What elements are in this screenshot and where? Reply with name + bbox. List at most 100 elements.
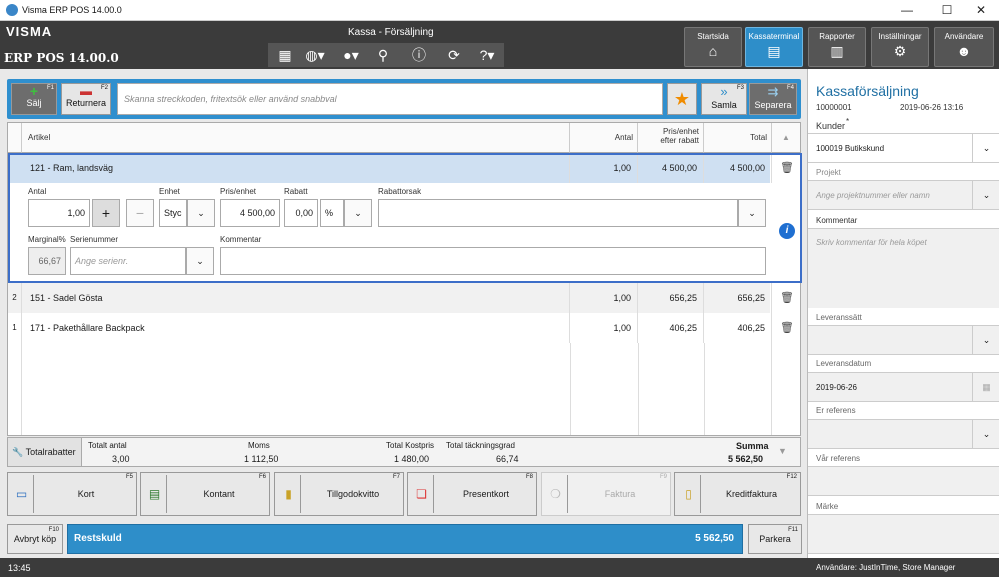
report-icon: ▥ [830,43,844,59]
nav-startsida[interactable]: Startsida ⌂ [684,27,742,67]
discount-label: Rabatt [284,187,308,196]
total-cell: 4 500,00 [704,153,772,183]
nav-anvandare[interactable]: Användare ☻ [934,27,994,67]
favorites-star-icon[interactable]: ★ [667,83,697,115]
total-discount-button[interactable]: 🔧 Totalrabatter [8,438,82,466]
trash-icon[interactable]: 🗑 [780,321,794,336]
scroll-up-icon[interactable]: ▲ [772,123,800,153]
coins-icon[interactable]: ●▾ [338,46,364,64]
return-button[interactable]: F2 ▬ Returnera [61,83,111,115]
alert-icon[interactable]: ⓘ [410,46,428,64]
qty-input[interactable]: 1,00 [28,199,90,227]
chevron-down-icon[interactable]: ⌄ [344,199,372,227]
our-reference-input[interactable] [808,466,999,496]
trash-icon[interactable]: 🗑 [780,161,794,176]
sidebar-title: Kassaförsäljning [816,83,919,99]
customer-select[interactable]: 100019 Butikskund ⌄ [808,133,999,163]
article-cell: 121 - Ram, landsväg [22,153,570,183]
total-qty-value: 3,00 [112,454,130,464]
pay-label: Kort [77,489,95,499]
table-row[interactable]: 121 - Ram, landsväg 1,00 4 500,00 4 500,… [8,153,772,183]
discount-type-select[interactable]: % [320,199,344,227]
price-input[interactable]: 4 500,00 [220,199,280,227]
row-gutter [8,343,22,435]
scan-toolbar: F1 + Sälj F2 ▬ Returnera Skanna streckko… [7,79,801,119]
nav-installningar[interactable]: Inställningar ⚙ [871,27,929,67]
chevron-down-icon[interactable]: ⌄ [186,247,214,275]
serial-label: Serienummer [70,235,119,244]
divider [704,343,705,435]
voucher-icon: ▮ [277,475,301,513]
nav-label: Kassaterminal [748,32,800,41]
reference-select[interactable]: ⌄ [808,419,999,449]
price-cell: 406,25 [638,313,704,343]
app-header: VISMA ERP POS 14.00.0 Kassa - Försäljnin… [0,21,999,69]
comment-input[interactable] [220,247,766,275]
row-number: 2 [8,283,22,313]
delivery-date-input[interactable]: 2019-06-26 ▦ [808,372,999,402]
scan-input[interactable]: Skanna streckkoden, fritextsök eller anv… [117,83,663,115]
scroll-down-icon[interactable]: ▼ [778,446,787,456]
unit-select[interactable]: Styc [159,199,187,227]
invoice-icon: ❍ [544,475,568,513]
pay-voucher-button[interactable]: F7 ▮ Tillgodokvitto [274,472,404,516]
maximize-button[interactable]: ☐ [929,0,965,21]
delivery-method-label: Leveranssätt [816,313,862,322]
comment-textarea[interactable]: Skriv kommentar för hela köpet [808,228,999,308]
pay-credit-invoice-button[interactable]: F12 ▯ Kreditfaktura [674,472,801,516]
our-reference-label: Vår referens [816,454,861,463]
sync-icon[interactable]: ⟳ [444,46,464,64]
key-hint: F2 [100,85,108,91]
comment-label: Kommentar [220,235,262,244]
minimize-button[interactable]: — [889,0,925,21]
margin-total-label: Total täckningsgrad [446,441,515,450]
park-label: Parkera [759,534,791,544]
calendar-icon[interactable]: ▦ [972,373,999,401]
serial-input[interactable]: Ange serienr. [70,247,186,275]
help-icon[interactable]: ?▾ [474,46,500,64]
sale-sidebar: Kassaförsäljning 10000001 2019-06-26 13:… [807,69,999,558]
chevron-down-icon[interactable]: ⌄ [738,199,766,227]
project-select[interactable]: Ange projektnummer eller namn ⌄ [808,180,999,210]
collect-button[interactable]: F3 » Samla [701,83,747,115]
separate-button[interactable]: F4 ⇉ Separera [749,83,797,115]
globe-icon[interactable]: ◍▾ [302,46,328,64]
status-bar: 13:45 Användare: JustInTime, Store Manag… [0,558,999,577]
pay-cash-button[interactable]: F6 ▤ Kontant [140,472,270,516]
park-button[interactable]: F11 Parkera [748,524,802,554]
pay-label: Tillgodokvitto [326,489,380,499]
return-label: Returnera [65,98,107,108]
pay-invoice-button[interactable]: F9 ❍ Faktura [541,472,671,516]
nav-rapporter[interactable]: Rapporter ▥ [808,27,866,67]
divider [771,343,772,435]
chevron-down-icon[interactable]: ⌄ [972,134,999,162]
increase-button[interactable]: + [92,199,120,227]
decrease-button[interactable]: − [126,199,154,227]
customer-label: Kunder [816,121,846,131]
reason-select[interactable] [378,199,738,227]
pay-label: Presentkort [462,489,510,499]
pay-card-button[interactable]: F5 ▭ Kort [7,472,137,516]
mark-input[interactable] [808,514,999,554]
cancel-purchase-button[interactable]: F10 Avbryt köp [7,524,63,554]
search-icon[interactable]: ⚲ [374,46,392,64]
sell-button[interactable]: F1 + Sälj [11,83,57,115]
trash-icon[interactable]: 🗑 [780,291,794,306]
separate-label: Separera [754,100,792,110]
comment-placeholder: Skriv kommentar för hela köpet [816,238,927,247]
delivery-method-select[interactable]: ⌄ [808,325,999,355]
table-row[interactable]: 2 151 - Sadel Gösta 1,00 656,25 656,25 [8,283,772,313]
chevron-down-icon[interactable]: ⌄ [187,199,215,227]
calculator-icon[interactable]: ▦ [276,46,294,64]
chevron-down-icon[interactable]: ⌄ [972,181,999,209]
qty-cell: 1,00 [570,283,638,313]
pay-giftcard-button[interactable]: F8 ❏ Presentkort [407,472,537,516]
close-button[interactable]: ✕ [963,0,999,21]
total-cell: 656,25 [704,283,772,313]
chevron-down-icon[interactable]: ⌄ [972,420,999,448]
table-row[interactable]: 1 171 - Pakethållare Backpack 1,00 406,2… [8,313,772,343]
info-icon[interactable]: i [779,223,795,239]
discount-input[interactable]: 0,00 [284,199,318,227]
chevron-down-icon[interactable]: ⌄ [972,326,999,354]
nav-kassaterminal[interactable]: Kassaterminal ▤ [745,27,803,67]
